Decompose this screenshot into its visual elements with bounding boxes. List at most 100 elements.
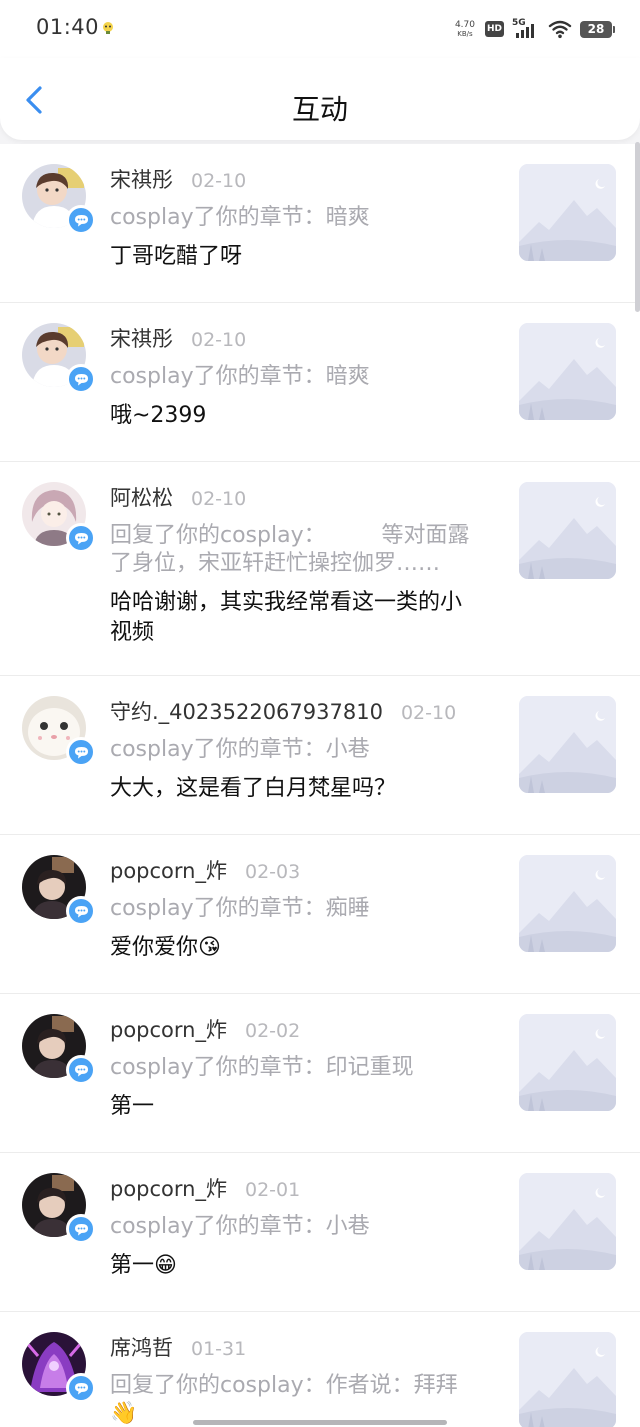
avatar[interactable] [22,855,96,926]
net-speed-unit: KB/s [457,30,473,38]
notification-action: cosplay了你的章节：痴睡 [110,896,370,921]
image-placeholder-icon [519,323,616,420]
chat-bubble-icon [74,905,88,917]
hd-badge: HD [484,21,504,37]
wifi-icon [548,20,572,39]
content-thumbnail[interactable] [519,1332,616,1427]
comment-badge [66,896,96,926]
avatar[interactable] [22,1014,96,1085]
user-name[interactable]: popcorn_炸 [110,1014,227,1044]
notification-content: popcorn_炸 02-02 cosplay了你的章节：印记重现 第一 [110,1014,482,1122]
image-placeholder-icon [519,855,616,952]
comment-badge [66,205,96,235]
content-thumbnail[interactable] [519,164,616,261]
notification-content: 守约._4023522067937810 02-10 cosplay了你的章节：… [110,696,482,804]
notification-action: cosplay了你的章节：暗爽 [110,205,370,230]
content-thumbnail[interactable] [519,482,616,579]
chat-bubble-icon [74,1064,88,1076]
user-name[interactable]: 宋祺彤 [110,164,173,194]
chat-bubble-icon [74,214,88,226]
notification-date: 02-03 [244,861,301,883]
avatar[interactable] [22,1332,96,1403]
notification-message: 第一 [110,1094,155,1119]
notification-content: 席鸿哲 01-31 回复了你的cosplay：作者说：拜拜👋 [110,1332,482,1427]
user-name[interactable]: popcorn_炸 [110,1173,227,1203]
notification-message: 哈哈谢谢，其实我经常看这一类的小视频 [110,590,463,645]
net-speed-value: 4.70 [454,20,475,30]
page-title: 互动 [291,93,348,126]
avatar[interactable] [22,323,96,394]
list-item[interactable]: 宋祺彤 02-10 cosplay了你的章节：暗爽 哦~2399 [0,303,640,462]
battery-level: 28 [587,21,605,36]
notification-action: 回复了你的cosplay：作者说：拜拜👋 [110,1373,458,1426]
avatar[interactable] [22,1173,96,1244]
comment-badge [66,364,96,394]
content-thumbnail[interactable] [519,1014,616,1111]
home-indicator[interactable] [193,1420,447,1425]
content-thumbnail[interactable] [519,1173,616,1270]
notification-date: 02-10 [400,702,457,724]
notification-message: 爱你爱你😘 [110,935,221,960]
avatar[interactable] [22,482,96,553]
comment-badge [66,1373,96,1403]
net-speed: 4.70 KB/s [453,20,477,38]
user-name[interactable]: 阿松松 [110,482,173,512]
content-thumbnail[interactable] [519,696,616,793]
comment-badge [66,523,96,553]
battery-icon: 28 [580,20,615,38]
image-placeholder-icon [519,482,616,579]
notification-message: 第一😁 [110,1253,177,1278]
user-name[interactable]: 守约._4023522067937810 [110,696,383,726]
comment-badge [66,737,96,767]
comment-badge [66,1214,96,1244]
image-placeholder-icon [519,164,616,261]
cellular-signal-icon: 5G [512,18,540,40]
chat-bubble-icon [74,1382,88,1394]
chat-bubble-icon [74,373,88,385]
notification-content: 阿松松 02-10 回复了你的cosplay： 等对面露了身位，宋亚轩赶忙操控伽… [110,482,482,648]
list-item[interactable]: 守约._4023522067937810 02-10 cosplay了你的章节：… [0,676,640,835]
notification-content: 宋祺彤 02-10 cosplay了你的章节：暗爽 丁哥吃醋了呀 [110,164,482,272]
notification-date: 02-10 [191,329,247,351]
list-item[interactable]: popcorn_炸 02-02 cosplay了你的章节：印记重现 第一 [0,994,640,1153]
image-placeholder-icon [519,1332,616,1427]
avatar[interactable] [22,164,96,235]
notification-list: 宋祺彤 02-10 cosplay了你的章节：暗爽 丁哥吃醋了呀 宋祺彤 02-… [0,144,640,1427]
header: 互动 [0,58,640,140]
content-thumbnail[interactable] [519,855,616,952]
notification-date: 01-31 [191,1338,247,1360]
notification-action: cosplay了你的章节：印记重现 [110,1055,414,1080]
avatar[interactable] [22,696,96,767]
list-item[interactable]: 席鸿哲 01-31 回复了你的cosplay：作者说：拜拜👋 [0,1312,640,1427]
list-item[interactable]: 宋祺彤 02-10 cosplay了你的章节：暗爽 丁哥吃醋了呀 [0,144,640,303]
notification-message: 丁哥吃醋了呀 [110,244,243,269]
status-right: 4.70 KB/s HD 5G 28 [453,16,615,42]
status-bar: 01:40 4.70 KB/s HD 5G 28 [0,0,640,58]
notification-action: cosplay了你的章节：小巷 [110,737,370,762]
notification-icon [103,22,113,34]
content-thumbnail[interactable] [519,323,616,420]
user-name[interactable]: 席鸿哲 [110,1332,173,1362]
notification-date: 02-10 [191,170,247,192]
list-item[interactable]: 阿松松 02-10 回复了你的cosplay： 等对面露了身位，宋亚轩赶忙操控伽… [0,462,640,676]
user-name[interactable]: 宋祺彤 [110,323,173,353]
comment-badge [66,1055,96,1085]
list-item[interactable]: popcorn_炸 02-01 cosplay了你的章节：小巷 第一😁 [0,1153,640,1312]
image-placeholder-icon [519,696,616,793]
notification-action: 回复了你的cosplay： 等对面露了身位，宋亚轩赶忙操控伽罗…… [110,523,470,576]
status-time: 01:40 [36,15,100,39]
chat-bubble-icon [74,532,88,544]
notification-content: popcorn_炸 02-01 cosplay了你的章节：小巷 第一😁 [110,1173,482,1281]
notification-date: 02-02 [244,1020,301,1042]
notification-content: 宋祺彤 02-10 cosplay了你的章节：暗爽 哦~2399 [110,323,482,431]
chat-bubble-icon [74,746,88,758]
image-placeholder-icon [519,1173,616,1270]
list-item[interactable]: popcorn_炸 02-03 cosplay了你的章节：痴睡 爱你爱你😘 [0,835,640,994]
user-name[interactable]: popcorn_炸 [110,855,227,885]
chat-bubble-icon [74,1223,88,1235]
scrollbar[interactable] [635,142,640,312]
notification-action: cosplay了你的章节：小巷 [110,1214,370,1239]
notification-message: 大大，这是看了白月梵星吗？ [110,776,397,801]
image-placeholder-icon [519,1014,616,1111]
notification-message: 哦~2399 [110,403,207,428]
